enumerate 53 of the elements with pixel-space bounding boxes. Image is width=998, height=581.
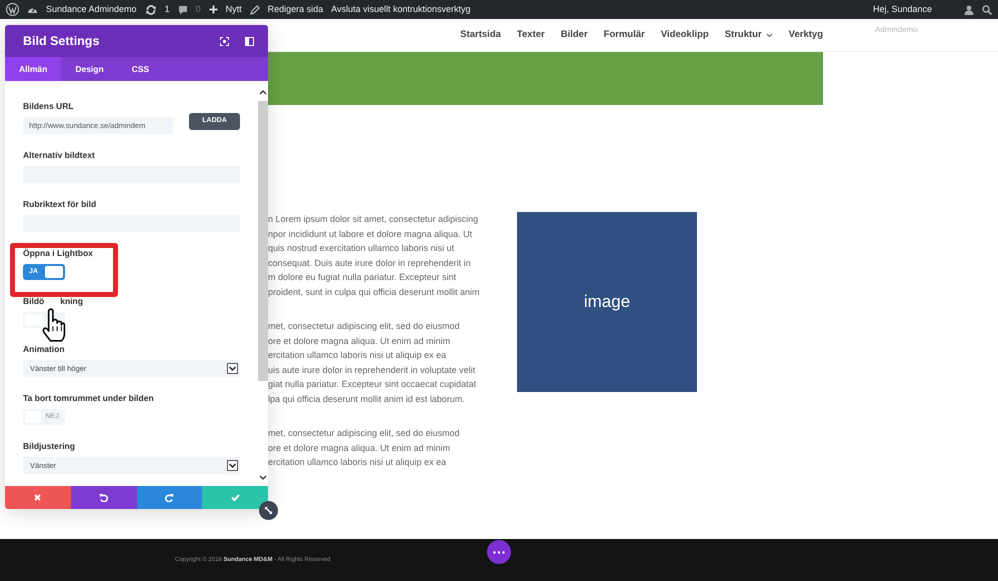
account-name: Admindemo [875, 24, 918, 36]
resize-icon [264, 506, 273, 515]
edit-page-link[interactable]: Redigera sida [268, 2, 324, 16]
dots-icon [493, 550, 505, 554]
greeting-link[interactable]: Hej, Sundance [872, 2, 932, 16]
close-icon [33, 493, 42, 502]
save-button[interactable] [202, 486, 268, 509]
body-paragraph: n Lorem ipsum dolor sit amet, consectetur adipiscing npor incididunt ut labore et dolore magna aliqua. Ut quis nostrud exercitation ullamco laboris nisi ut consequat. Duis aute irure dolor in reprehenderit in m dolore eu fugiat nulla pariatur. Excepteur sint proident, sunt in culpa qui officia deserunt mollit anim [268, 213, 480, 299]
nav-link[interactable]: Videoklipp [660, 28, 709, 42]
field-label: Alternativ bildtext [23, 150, 96, 161]
plus-icon[interactable] [208, 5, 218, 14]
field-label: Rubriktext för bild [23, 199, 98, 210]
nav-link[interactable]: Struktur [724, 28, 773, 42]
settings-tab[interactable]: CSS [118, 57, 164, 81]
wordpress-logo-icon[interactable] [6, 3, 19, 16]
scrollbar-thumb[interactable] [258, 101, 268, 381]
body-paragraph: met, consectetur adipiscing elit, sed do eiusmod ore et dolore magna aliqua. Ut enim ad minim ercitation ullamco laboris nisi ut aliquip ex ea [268, 427, 461, 469]
comment-icon[interactable] [178, 4, 188, 14]
user-icon[interactable] [964, 4, 974, 14]
placeholder-label: image [584, 291, 630, 314]
field-label: Animation [23, 344, 66, 355]
redo-icon [164, 493, 174, 502]
search-icon[interactable] [982, 4, 992, 14]
nav-link[interactable]: Startsida [460, 28, 501, 42]
settings-tab[interactable]: Allmän [5, 57, 62, 81]
field-label: Bildö [23, 296, 44, 307]
scroll-down-icon[interactable] [259, 475, 267, 480]
resize-button[interactable] [259, 501, 278, 520]
sidebar-icon[interactable] [245, 36, 254, 46]
settings-tab[interactable]: Design [61, 57, 118, 81]
scroll-up-icon[interactable] [259, 90, 267, 95]
pencil-icon[interactable] [250, 4, 260, 14]
refresh-icon[interactable] [144, 4, 157, 14]
fullscreen-icon[interactable] [220, 36, 229, 46]
nav-link[interactable]: Verktyg [788, 28, 823, 42]
undo-icon [99, 493, 108, 502]
exit-builder-link[interactable]: Avsluta visuellt kontruktionsverktyg [331, 2, 471, 16]
site-name-link[interactable]: Sundance Admindemo [46, 2, 137, 16]
nav-link[interactable]: Formulär [604, 28, 645, 42]
field-label: Öppna i Lightbox [23, 248, 94, 259]
body-paragraph: met, consectetur adipiscing elit, sed do eiusmod ore et dolore magna aliqua. Ut enim ad minim ercitation ullamco laboris nisi ut aliquip ex ea uis aute irure dolor in reprehenderit in voluptate velit giat nulla pariatur. Excepteur sint occaecat cupidatat lpa qui officia deserunt mollit anim id est laborum. [268, 320, 478, 406]
field-label: Bildjustering [23, 441, 76, 452]
check-icon [230, 493, 240, 502]
nav-link[interactable]: Texter [516, 28, 545, 42]
update-count[interactable]: 1 [164, 2, 170, 16]
field-label: Ta bort tomrummet under bilden [23, 393, 155, 404]
field-label: Bildens URL [23, 101, 75, 112]
nav-link[interactable]: Bilder [560, 28, 588, 42]
undo-button[interactable] [70, 486, 136, 509]
panel-title: Bild Settings [23, 32, 100, 50]
field-label: kning [60, 296, 83, 307]
new-link[interactable]: Nytt [226, 2, 242, 16]
hand-cursor-icon [41, 308, 66, 342]
